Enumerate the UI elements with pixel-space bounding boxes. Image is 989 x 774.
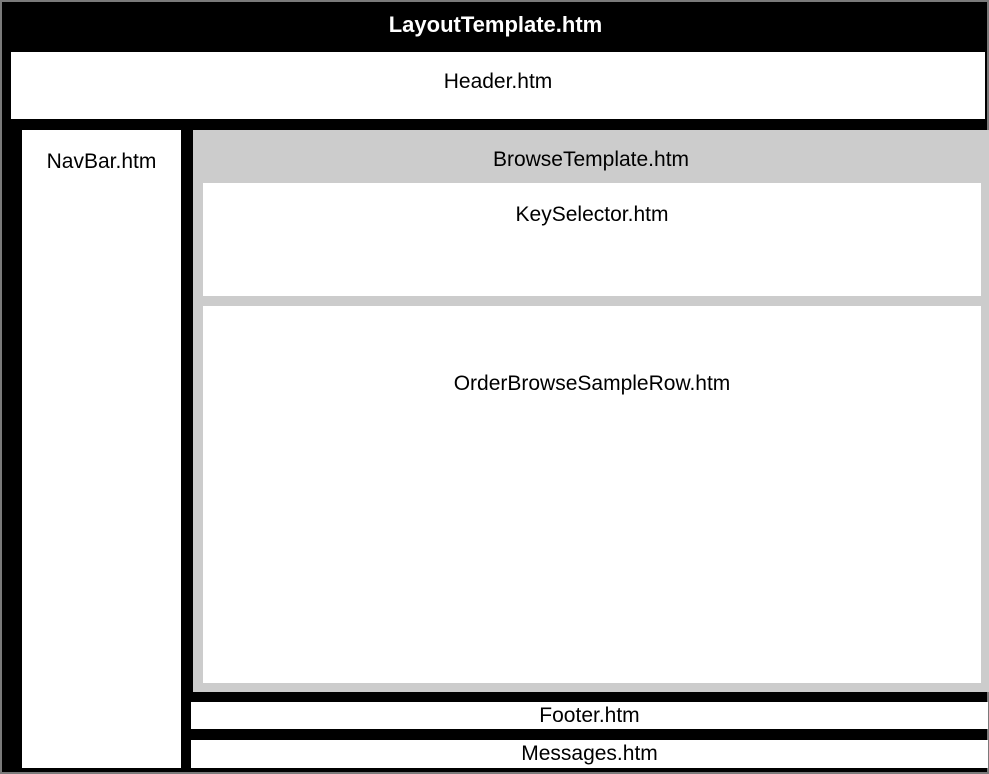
header-region: Header.htm — [11, 52, 985, 119]
key-selector-label: KeySelector.htm — [515, 203, 669, 226]
layout-template-diagram: LayoutTemplate.htm Header.htm NavBar.htm… — [0, 0, 989, 774]
messages-region: Messages.htm — [191, 740, 988, 768]
key-selector-region: KeySelector.htm — [203, 183, 981, 296]
footer-region: Footer.htm — [191, 702, 988, 729]
layout-template-title: LayoutTemplate.htm — [388, 12, 603, 37]
navbar-label: NavBar.htm — [46, 150, 157, 173]
order-browse-sample-row-region: OrderBrowseSampleRow.htm — [203, 306, 981, 683]
order-browse-sample-row-label: OrderBrowseSampleRow.htm — [453, 372, 731, 395]
navbar-region: NavBar.htm — [22, 130, 181, 768]
messages-label: Messages.htm — [521, 742, 658, 765]
footer-label: Footer.htm — [539, 703, 640, 727]
header-label: Header.htm — [443, 70, 553, 93]
